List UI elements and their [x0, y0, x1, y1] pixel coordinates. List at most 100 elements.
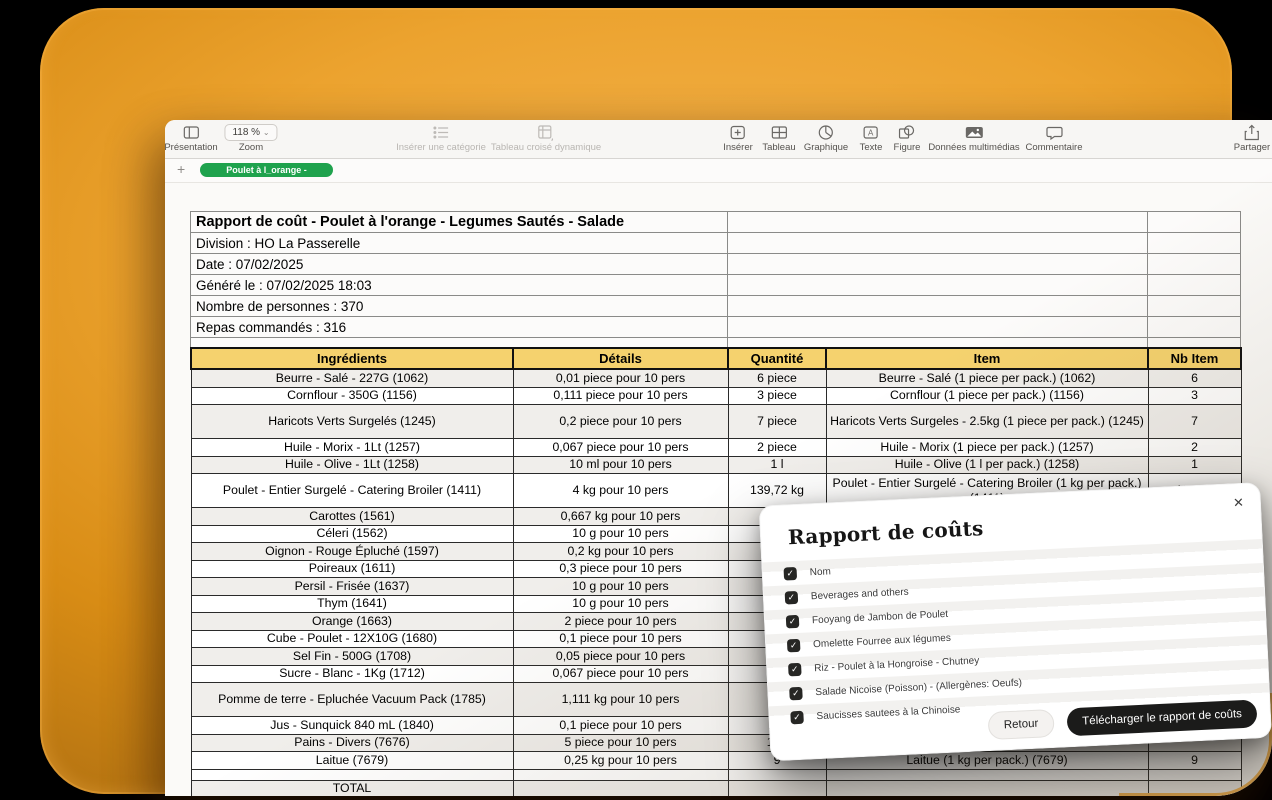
cell-ingredient[interactable]: Cube - Poulet - 12X10G (1680)	[191, 630, 513, 648]
zoom-level-button[interactable]: 118 % ⌄	[224, 124, 277, 141]
cell-details[interactable]: 0,3 piece pour 10 pers	[513, 560, 728, 578]
cell-details[interactable]: 0,111 piece pour 10 pers	[513, 387, 728, 405]
cell-details[interactable]: 0,2 kg pour 10 pers	[513, 543, 728, 561]
empty-cell[interactable]	[1148, 296, 1241, 317]
cell-ingredient[interactable]: Haricots Verts Surgelés (1245)	[191, 405, 513, 439]
cell-details[interactable]: 10 ml pour 10 pers	[513, 456, 728, 474]
cell-ingredient[interactable]: Thym (1641)	[191, 595, 513, 613]
empty-cell[interactable]	[1148, 317, 1241, 338]
cell-qty[interactable]: 1 l	[728, 456, 826, 474]
sheet-tab[interactable]: Poulet à l_orange -	[200, 163, 333, 177]
empty-cell[interactable]	[728, 233, 1148, 254]
toolbar-table-button[interactable]: Tableau	[762, 124, 795, 153]
checkbox-checked-icon[interactable]: ✓	[783, 566, 797, 580]
cell-details[interactable]: 2 piece pour 10 pers	[513, 613, 728, 631]
cell-details[interactable]: 0,067 piece pour 10 pers	[513, 665, 728, 683]
cell-details[interactable]: 10 g pour 10 pers	[513, 578, 728, 596]
cell-ingredient[interactable]: Huile - Morix - 1Lt (1257)	[191, 439, 513, 457]
info-cell[interactable]: Date : 07/02/2025	[191, 254, 728, 275]
checkbox-checked-icon[interactable]: ✓	[790, 710, 804, 724]
cell-details[interactable]: 4 kg pour 10 pers	[513, 474, 728, 508]
info-cell[interactable]: Généré le : 07/02/2025 18:03	[191, 275, 728, 296]
toolbar-zoom-button[interactable]: 118 % ⌄Zoom	[224, 124, 277, 153]
toolbar-presentation-button[interactable]: Présentation	[165, 124, 218, 153]
close-icon[interactable]: ✕	[1233, 496, 1245, 509]
cell-qty[interactable]: 3 piece	[728, 387, 826, 405]
cell-nbitem[interactable]: 9	[1148, 752, 1241, 770]
cell-item[interactable]: Cornflour (1 piece per pack.) (1156)	[826, 387, 1148, 405]
checkbox-checked-icon[interactable]: ✓	[789, 686, 803, 700]
checkbox-checked-icon[interactable]: ✓	[788, 662, 802, 676]
cell-ingredient[interactable]: Beurre - Salé - 227G (1062)	[191, 369, 513, 387]
toolbar-share-button[interactable]: Partager	[1234, 124, 1270, 153]
cell-ingredient[interactable]: Laitue (7679)	[191, 752, 513, 770]
cell-ingredient[interactable]: Oignon - Rouge Épluché (1597)	[191, 543, 513, 561]
toolbar-comment-button[interactable]: Commentaire	[1025, 124, 1082, 153]
toolbar-media-button[interactable]: Données multimédias	[928, 124, 1019, 153]
column-header[interactable]: Ingrédients	[191, 348, 513, 369]
cell-item[interactable]: Haricots Verts Surgeles - 2.5kg (1 piece…	[826, 405, 1148, 439]
cell-ingredient[interactable]: Carottes (1561)	[191, 508, 513, 526]
cell-ingredient[interactable]: Pomme de terre - Epluchée Vacuum Pack (1…	[191, 683, 513, 717]
toolbar-insert-button[interactable]: Insérer	[723, 124, 753, 153]
empty-cell[interactable]	[1148, 254, 1241, 275]
info-cell[interactable]: Repas commandés : 316	[191, 317, 728, 338]
cell-nbitem[interactable]: 7	[1148, 405, 1241, 439]
cell-nbitem[interactable]: 1	[1148, 456, 1241, 474]
cell-ingredient[interactable]: Pains - Divers (7676)	[191, 734, 513, 752]
cell-details[interactable]: 0,05 piece pour 10 pers	[513, 648, 728, 666]
column-header[interactable]: Quantité	[728, 348, 826, 369]
empty-cell[interactable]	[728, 212, 1148, 233]
cell-ingredient[interactable]: Cornflour - 350G (1156)	[191, 387, 513, 405]
cell-nbitem[interactable]: 2	[1148, 439, 1241, 457]
cell-item[interactable]: Huile - Olive (1 l per pack.) (1258)	[826, 456, 1148, 474]
cell-qty[interactable]: 7 piece	[728, 405, 826, 439]
empty-cell[interactable]	[1148, 275, 1241, 296]
column-header[interactable]: Détails	[513, 348, 728, 369]
cell-item[interactable]: Huile - Morix (1 piece per pack.) (1257)	[826, 439, 1148, 457]
cell-details[interactable]: 5 piece pour 10 pers	[513, 734, 728, 752]
cell-ingredient[interactable]: Jus - Sunquick 840 mL (1840)	[191, 717, 513, 735]
checkbox-checked-icon[interactable]: ✓	[787, 638, 801, 652]
column-header[interactable]: Item	[826, 348, 1148, 369]
column-header[interactable]: Nb Item	[1148, 348, 1241, 369]
cell-details[interactable]: 0,667 kg pour 10 pers	[513, 508, 728, 526]
cell-ingredient[interactable]: Céleri (1562)	[191, 525, 513, 543]
cell-ingredient[interactable]: Persil - Frisée (1637)	[191, 578, 513, 596]
info-cell[interactable]: Rapport de coût - Poulet à l'orange - Le…	[191, 212, 728, 233]
cell-ingredient[interactable]: Poireaux (1611)	[191, 560, 513, 578]
cell-ingredient[interactable]: Poulet - Entier Surgelé - Catering Broil…	[191, 474, 513, 508]
cell-details[interactable]: 0,2 piece pour 10 pers	[513, 405, 728, 439]
back-button[interactable]: Retour	[987, 709, 1055, 740]
cell-details[interactable]: 0,01 piece pour 10 pers	[513, 369, 728, 387]
cell-qty[interactable]: 2 piece	[728, 439, 826, 457]
checkbox-checked-icon[interactable]: ✓	[786, 614, 800, 628]
cell-details[interactable]: 0,067 piece pour 10 pers	[513, 439, 728, 457]
empty-cell[interactable]	[728, 275, 1148, 296]
checkbox-checked-icon[interactable]: ✓	[785, 590, 799, 604]
cell-ingredient[interactable]: Orange (1663)	[191, 613, 513, 631]
cell-ingredient[interactable]: Huile - Olive - 1Lt (1258)	[191, 456, 513, 474]
cell-details[interactable]: 10 g pour 10 pers	[513, 525, 728, 543]
cell-details[interactable]: 1,111 kg pour 10 pers	[513, 683, 728, 717]
cell-details[interactable]: 0,25 kg pour 10 pers	[513, 752, 728, 770]
empty-cell[interactable]	[1148, 233, 1241, 254]
cell-nbitem[interactable]: 6	[1148, 369, 1241, 387]
empty-cell[interactable]	[728, 317, 1148, 338]
empty-cell[interactable]	[728, 296, 1148, 317]
info-cell[interactable]: Nombre de personnes : 370	[191, 296, 728, 317]
toolbar-text-button[interactable]: ATexte	[860, 124, 883, 153]
cell-qty[interactable]: 6 piece	[728, 369, 826, 387]
empty-cell[interactable]	[1148, 212, 1241, 233]
cell-ingredient[interactable]: Sucre - Blanc - 1Kg (1712)	[191, 665, 513, 683]
toolbar-chart-button[interactable]: Graphique	[804, 124, 848, 153]
cell-details[interactable]: 0,1 piece pour 10 pers	[513, 717, 728, 735]
cell-nbitem[interactable]: 3	[1148, 387, 1241, 405]
cell-ingredient[interactable]: Sel Fin - 500G (1708)	[191, 648, 513, 666]
info-cell[interactable]: Division : HO La Passerelle	[191, 233, 728, 254]
cell-details[interactable]: 0,1 piece pour 10 pers	[513, 630, 728, 648]
empty-cell[interactable]	[728, 254, 1148, 275]
toolbar-shape-button[interactable]: Figure	[894, 124, 921, 153]
cell-details[interactable]: 10 g pour 10 pers	[513, 595, 728, 613]
add-sheet-button[interactable]: +	[173, 161, 189, 177]
